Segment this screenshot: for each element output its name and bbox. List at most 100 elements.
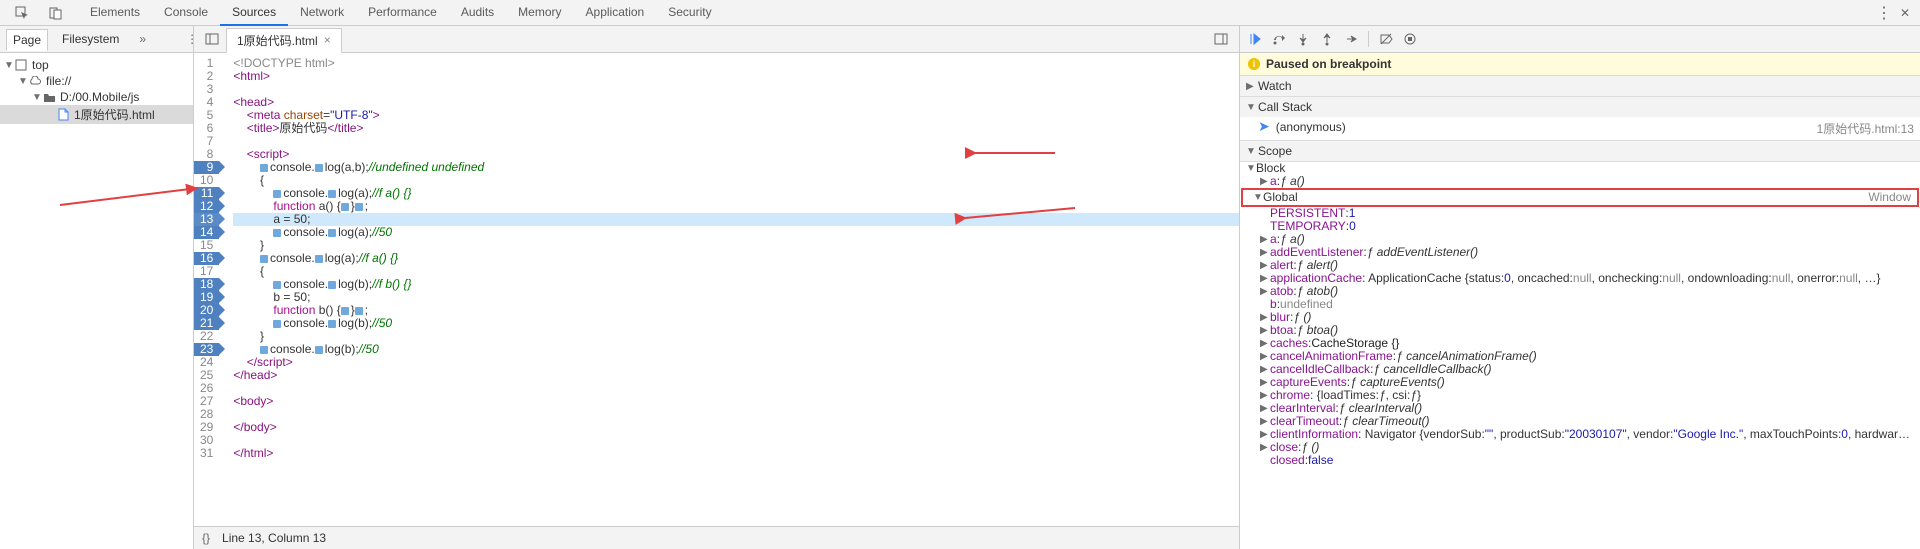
file-icon [56,108,70,122]
code-line[interactable]: <!DOCTYPE html> [233,57,1239,70]
code-line[interactable]: <html> [233,70,1239,83]
close-icon[interactable]: × [324,33,331,47]
tree-item[interactable]: ▼D:/00.Mobile/js [0,89,193,105]
scope-row[interactable]: ▶a: ƒ a() [1240,175,1920,188]
tab-audits[interactable]: Audits [449,0,506,26]
tree-item[interactable]: ▼top [0,57,193,73]
code-line[interactable]: b = 50; [233,291,1239,304]
tab-security[interactable]: Security [656,0,723,26]
debugger-pane: i Paused on breakpoint ▶Watch ▼Call Stac… [1239,26,1920,549]
scope-row[interactable]: ▶alert: ƒ alert() [1240,259,1920,272]
code-line[interactable]: console.log(b);//50 [233,317,1239,330]
scope-row[interactable]: ▶clearInterval: ƒ clearInterval() [1240,402,1920,415]
scope-row[interactable]: ▶chrome: {loadTimes: ƒ, csi: ƒ} [1240,389,1920,402]
code-line[interactable]: function a() {}; [233,200,1239,213]
code-line[interactable]: </script> [233,356,1239,369]
cloud-icon [28,74,42,88]
scope-row[interactable]: ▶close: ƒ () [1240,441,1920,454]
pause-exceptions-icon[interactable] [1399,28,1421,50]
line-number[interactable]: 23 [194,343,219,356]
tab-elements[interactable]: Elements [78,0,152,26]
resume-icon[interactable] [1244,28,1266,50]
scope-row[interactable]: ▶cancelAnimationFrame: ƒ cancelAnimation… [1240,350,1920,363]
code-line[interactable]: <title>原始代码</title> [233,122,1239,135]
scope-row[interactable]: TEMPORARY: 0 [1240,220,1920,233]
tree-item[interactable]: 1原始代码.html [0,105,193,124]
code-line[interactable]: console.log(b);//f b() {} [233,278,1239,291]
paused-text: Paused on breakpoint [1266,57,1391,71]
code-line[interactable] [233,83,1239,96]
toggle-navigator-icon[interactable] [204,31,220,47]
code-line[interactable]: console.log(a);//50 [233,226,1239,239]
scope-row[interactable]: PERSISTENT: 1 [1240,207,1920,220]
scope-row[interactable]: ▶a: ƒ a() [1240,233,1920,246]
device-icon[interactable] [48,5,64,21]
line-number[interactable]: 9 [194,161,219,174]
toggle-debugger-icon[interactable] [1213,31,1229,47]
scope-row[interactable]: ▶captureEvents: ƒ captureEvents() [1240,376,1920,389]
frame-icon [14,58,28,72]
code-line[interactable]: console.log(a,b);//undefined undefined [233,161,1239,174]
code-line[interactable]: </html> [233,447,1239,460]
info-icon: i [1248,58,1260,70]
chevron-right-icon[interactable]: » [133,29,152,49]
tab-performance[interactable]: Performance [356,0,449,26]
file-tab[interactable]: 1原始代码.html × [226,28,342,53]
scope-row[interactable]: ▶atob: ƒ atob() [1240,285,1920,298]
code-editor[interactable]: 1234567891011121314151617181920212223242… [194,53,1239,526]
code-line[interactable]: <body> [233,395,1239,408]
code-line[interactable]: <head> [233,96,1239,109]
scope-row[interactable]: ▶clearTimeout: ƒ clearTimeout() [1240,415,1920,428]
folder-icon [42,90,56,104]
tree-item[interactable]: ▼file:// [0,73,193,89]
tab-memory[interactable]: Memory [506,0,573,26]
tab-console[interactable]: Console [152,0,220,26]
scope-section[interactable]: ▼Scope [1240,141,1920,161]
tab-network[interactable]: Network [288,0,356,26]
code-line[interactable]: console.log(a);//f a() {} [233,187,1239,200]
scope-row[interactable]: closed: false [1240,454,1920,467]
step-into-icon[interactable] [1292,28,1314,50]
scope-row[interactable]: ▶clientInformation: Navigator {vendorSub… [1240,428,1920,441]
inspect-icon[interactable] [14,5,30,21]
line-number[interactable]: 14 [194,226,219,239]
code-line[interactable] [233,434,1239,447]
scope-row[interactable]: ▶btoa: ƒ btoa() [1240,324,1920,337]
code-line[interactable]: } [233,330,1239,343]
code-line[interactable]: </head> [233,369,1239,382]
code-line[interactable] [233,382,1239,395]
deactivate-breakpoints-icon[interactable] [1375,28,1397,50]
watch-section[interactable]: ▶Watch [1240,76,1920,96]
code-line[interactable]: </body> [233,421,1239,434]
scope-global[interactable]: ▼GlobalWindow [1241,188,1919,207]
pretty-print-icon[interactable]: {} [202,531,210,545]
scope-row[interactable]: ▶addEventListener: ƒ addEventListener() [1240,246,1920,259]
callstack-section[interactable]: ▼Call Stack [1240,97,1920,117]
step-over-icon[interactable] [1268,28,1290,50]
code-line[interactable]: <meta charset="UTF-8"> [233,109,1239,122]
scope-tree[interactable]: ▼Block▶a: ƒ a()▼GlobalWindowPERSISTENT: … [1240,162,1920,549]
scope-row[interactable]: ▶cancelIdleCallback: ƒ cancelIdleCallbac… [1240,363,1920,376]
code-line[interactable] [233,135,1239,148]
file-tree[interactable]: ▼top▼file://▼D:/00.Mobile/js1原始代码.html [0,53,193,549]
tab-sources[interactable]: Sources [220,0,288,26]
scope-row[interactable]: ▶applicationCache: ApplicationCache {sta… [1240,272,1920,285]
line-number[interactable]: 31 [194,447,219,460]
step-icon[interactable] [1340,28,1362,50]
line-number[interactable]: 21 [194,317,219,330]
scope-row[interactable]: ▶blur: ƒ () [1240,311,1920,324]
more-icon[interactable]: ⋮ [1876,3,1892,23]
code-line[interactable]: console.log(a);//f a() {} [233,252,1239,265]
call-frame[interactable]: ➤ (anonymous) 1原始代码.html:13 [1240,117,1920,140]
scope-block[interactable]: ▼Block [1240,162,1920,175]
close-devtools-icon[interactable]: ✕ [1900,6,1910,20]
scope-row[interactable]: b: undefined [1240,298,1920,311]
page-tab[interactable]: Page [6,29,48,51]
line-number[interactable]: 16 [194,252,219,265]
scope-row[interactable]: ▶caches: CacheStorage {} [1240,337,1920,350]
tab-application[interactable]: Application [574,0,657,26]
step-out-icon[interactable] [1316,28,1338,50]
code-line[interactable]: console.log(b);//50 [233,343,1239,356]
code-line[interactable] [233,408,1239,421]
filesystem-tab[interactable]: Filesystem [56,29,125,49]
